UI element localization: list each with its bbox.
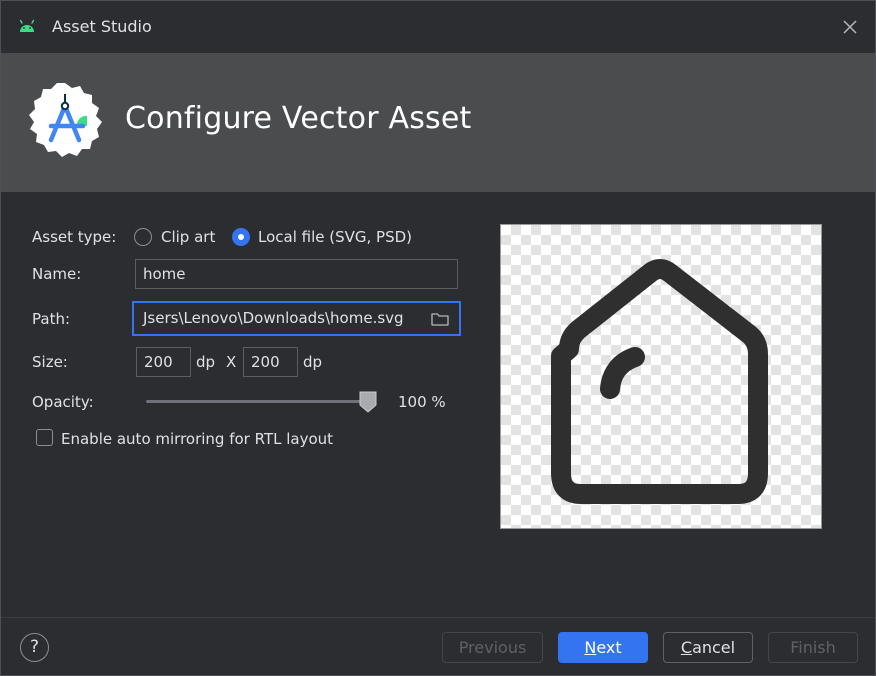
android-icon [19, 19, 35, 32]
name-label: Name: [32, 265, 82, 283]
path-label: Path: [32, 310, 71, 328]
name-input[interactable]: home [135, 259, 458, 289]
next-button[interactable]: Next [558, 632, 648, 663]
header-banner: Configure Vector Asset [1, 53, 875, 192]
cancel-button[interactable]: Cancel [663, 632, 753, 663]
path-value: Jsers\Lenovo\Downloads\home.svg [143, 309, 404, 327]
asset-preview [500, 224, 822, 529]
next-mnemonic: N [584, 638, 597, 657]
finish-button[interactable]: Finish [768, 632, 858, 663]
local-file-radio[interactable] [232, 228, 250, 246]
opacity-label: Opacity: [32, 393, 94, 411]
footer-divider [1, 617, 875, 618]
size-label: Size: [32, 353, 68, 371]
rtl-mirroring-label[interactable]: Enable auto mirroring for RTL layout [61, 430, 333, 448]
size-height-input[interactable]: 200 [243, 347, 298, 377]
opacity-slider-thumb[interactable] [359, 391, 377, 413]
clip-art-radio-label[interactable]: Clip art [161, 228, 215, 246]
help-button[interactable]: ? [20, 633, 49, 662]
cancel-mnemonic: C [680, 638, 693, 657]
close-icon[interactable] [839, 16, 861, 38]
title-bar: Asset Studio [1, 1, 875, 53]
size-separator: X [226, 353, 237, 371]
folder-icon[interactable] [431, 312, 449, 326]
window-title: Asset Studio [52, 17, 152, 36]
asset-studio-dialog: Asset Studio Configure Vector Asset Asse… [0, 0, 876, 676]
home-icon [551, 259, 768, 504]
size-width-input[interactable]: 200 [136, 347, 191, 377]
next-label-rest: ext [596, 638, 622, 657]
android-studio-logo [29, 83, 102, 157]
clip-art-radio[interactable] [134, 228, 152, 246]
previous-button[interactable]: Previous [442, 632, 543, 663]
size-width-unit: dp [196, 353, 216, 371]
cancel-label-rest: ancel [692, 638, 736, 657]
local-file-radio-label[interactable]: Local file (SVG, PSD) [258, 228, 412, 246]
asset-type-label: Asset type: [32, 228, 117, 246]
page-title: Configure Vector Asset [125, 101, 472, 136]
opacity-value: 100 % [398, 393, 446, 411]
rtl-mirroring-checkbox[interactable] [36, 429, 53, 446]
path-input[interactable]: Jsers\Lenovo\Downloads\home.svg [132, 301, 461, 336]
opacity-slider-track[interactable] [146, 400, 370, 403]
size-height-unit: dp [303, 353, 323, 371]
